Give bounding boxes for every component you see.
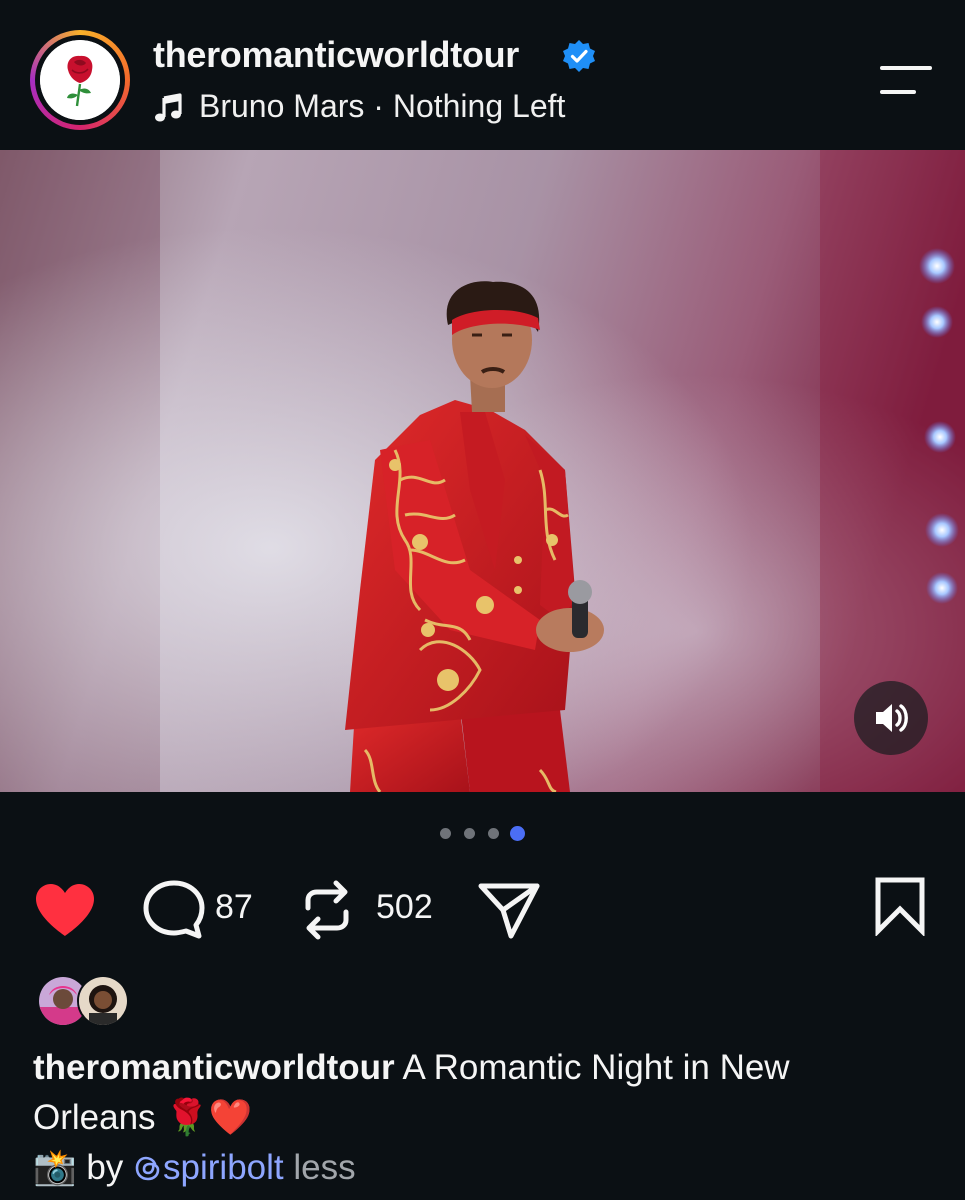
threads-icon bbox=[135, 1156, 160, 1181]
music-note-icon bbox=[155, 93, 182, 122]
carousel-dot bbox=[488, 828, 499, 839]
avatar[interactable] bbox=[30, 30, 130, 130]
post-photo[interactable] bbox=[0, 150, 965, 792]
liker-avatar-image bbox=[79, 977, 127, 1025]
verified-badge-icon bbox=[563, 40, 595, 72]
caption-username[interactable]: theromanticworldtour bbox=[33, 1048, 395, 1087]
mention-handle[interactable]: spiribolt bbox=[163, 1148, 284, 1187]
camera-emoji: 📸 bbox=[33, 1148, 77, 1187]
rose-logo bbox=[40, 40, 120, 120]
caption-text: A Romantic Night in New bbox=[402, 1048, 790, 1087]
comment-icon[interactable] bbox=[141, 878, 207, 942]
credit-by: by bbox=[86, 1148, 124, 1187]
carousel-dot bbox=[440, 828, 451, 839]
post-username[interactable]: theromanticworldtour bbox=[153, 34, 519, 76]
carousel-indicator bbox=[440, 825, 530, 841]
speaker-icon bbox=[876, 704, 908, 732]
menu-icon[interactable] bbox=[876, 63, 934, 97]
comment-count[interactable]: 87 bbox=[215, 888, 253, 927]
post-header: theromanticworldtour Bruno Mars · Nothin… bbox=[0, 0, 965, 150]
heart-icon[interactable] bbox=[33, 882, 97, 938]
less-link[interactable]: less bbox=[293, 1148, 355, 1187]
post-caption: theromanticworldtour A Romantic Night in… bbox=[33, 1043, 933, 1193]
music-track-label[interactable]: Bruno Mars · Nothing Left bbox=[199, 88, 565, 125]
mention-link[interactable]: spiribolt bbox=[133, 1148, 284, 1187]
caption-text-cont: Orleans bbox=[33, 1098, 156, 1137]
liked-by-avatars[interactable] bbox=[37, 975, 129, 1027]
post-actions: 87 502 bbox=[0, 870, 965, 950]
heart-emoji: ❤️ bbox=[208, 1098, 253, 1137]
liker-avatar[interactable] bbox=[77, 975, 129, 1027]
carousel-dot bbox=[464, 828, 475, 839]
concert-photo bbox=[0, 150, 965, 792]
sound-toggle-button[interactable] bbox=[854, 681, 928, 755]
bookmark-icon[interactable] bbox=[872, 876, 928, 936]
send-icon[interactable] bbox=[477, 880, 541, 940]
carousel-dot-active bbox=[510, 826, 525, 841]
repost-icon[interactable] bbox=[300, 878, 354, 942]
rose-emoji: 🌹 bbox=[165, 1098, 209, 1137]
repost-count[interactable]: 502 bbox=[376, 888, 433, 927]
